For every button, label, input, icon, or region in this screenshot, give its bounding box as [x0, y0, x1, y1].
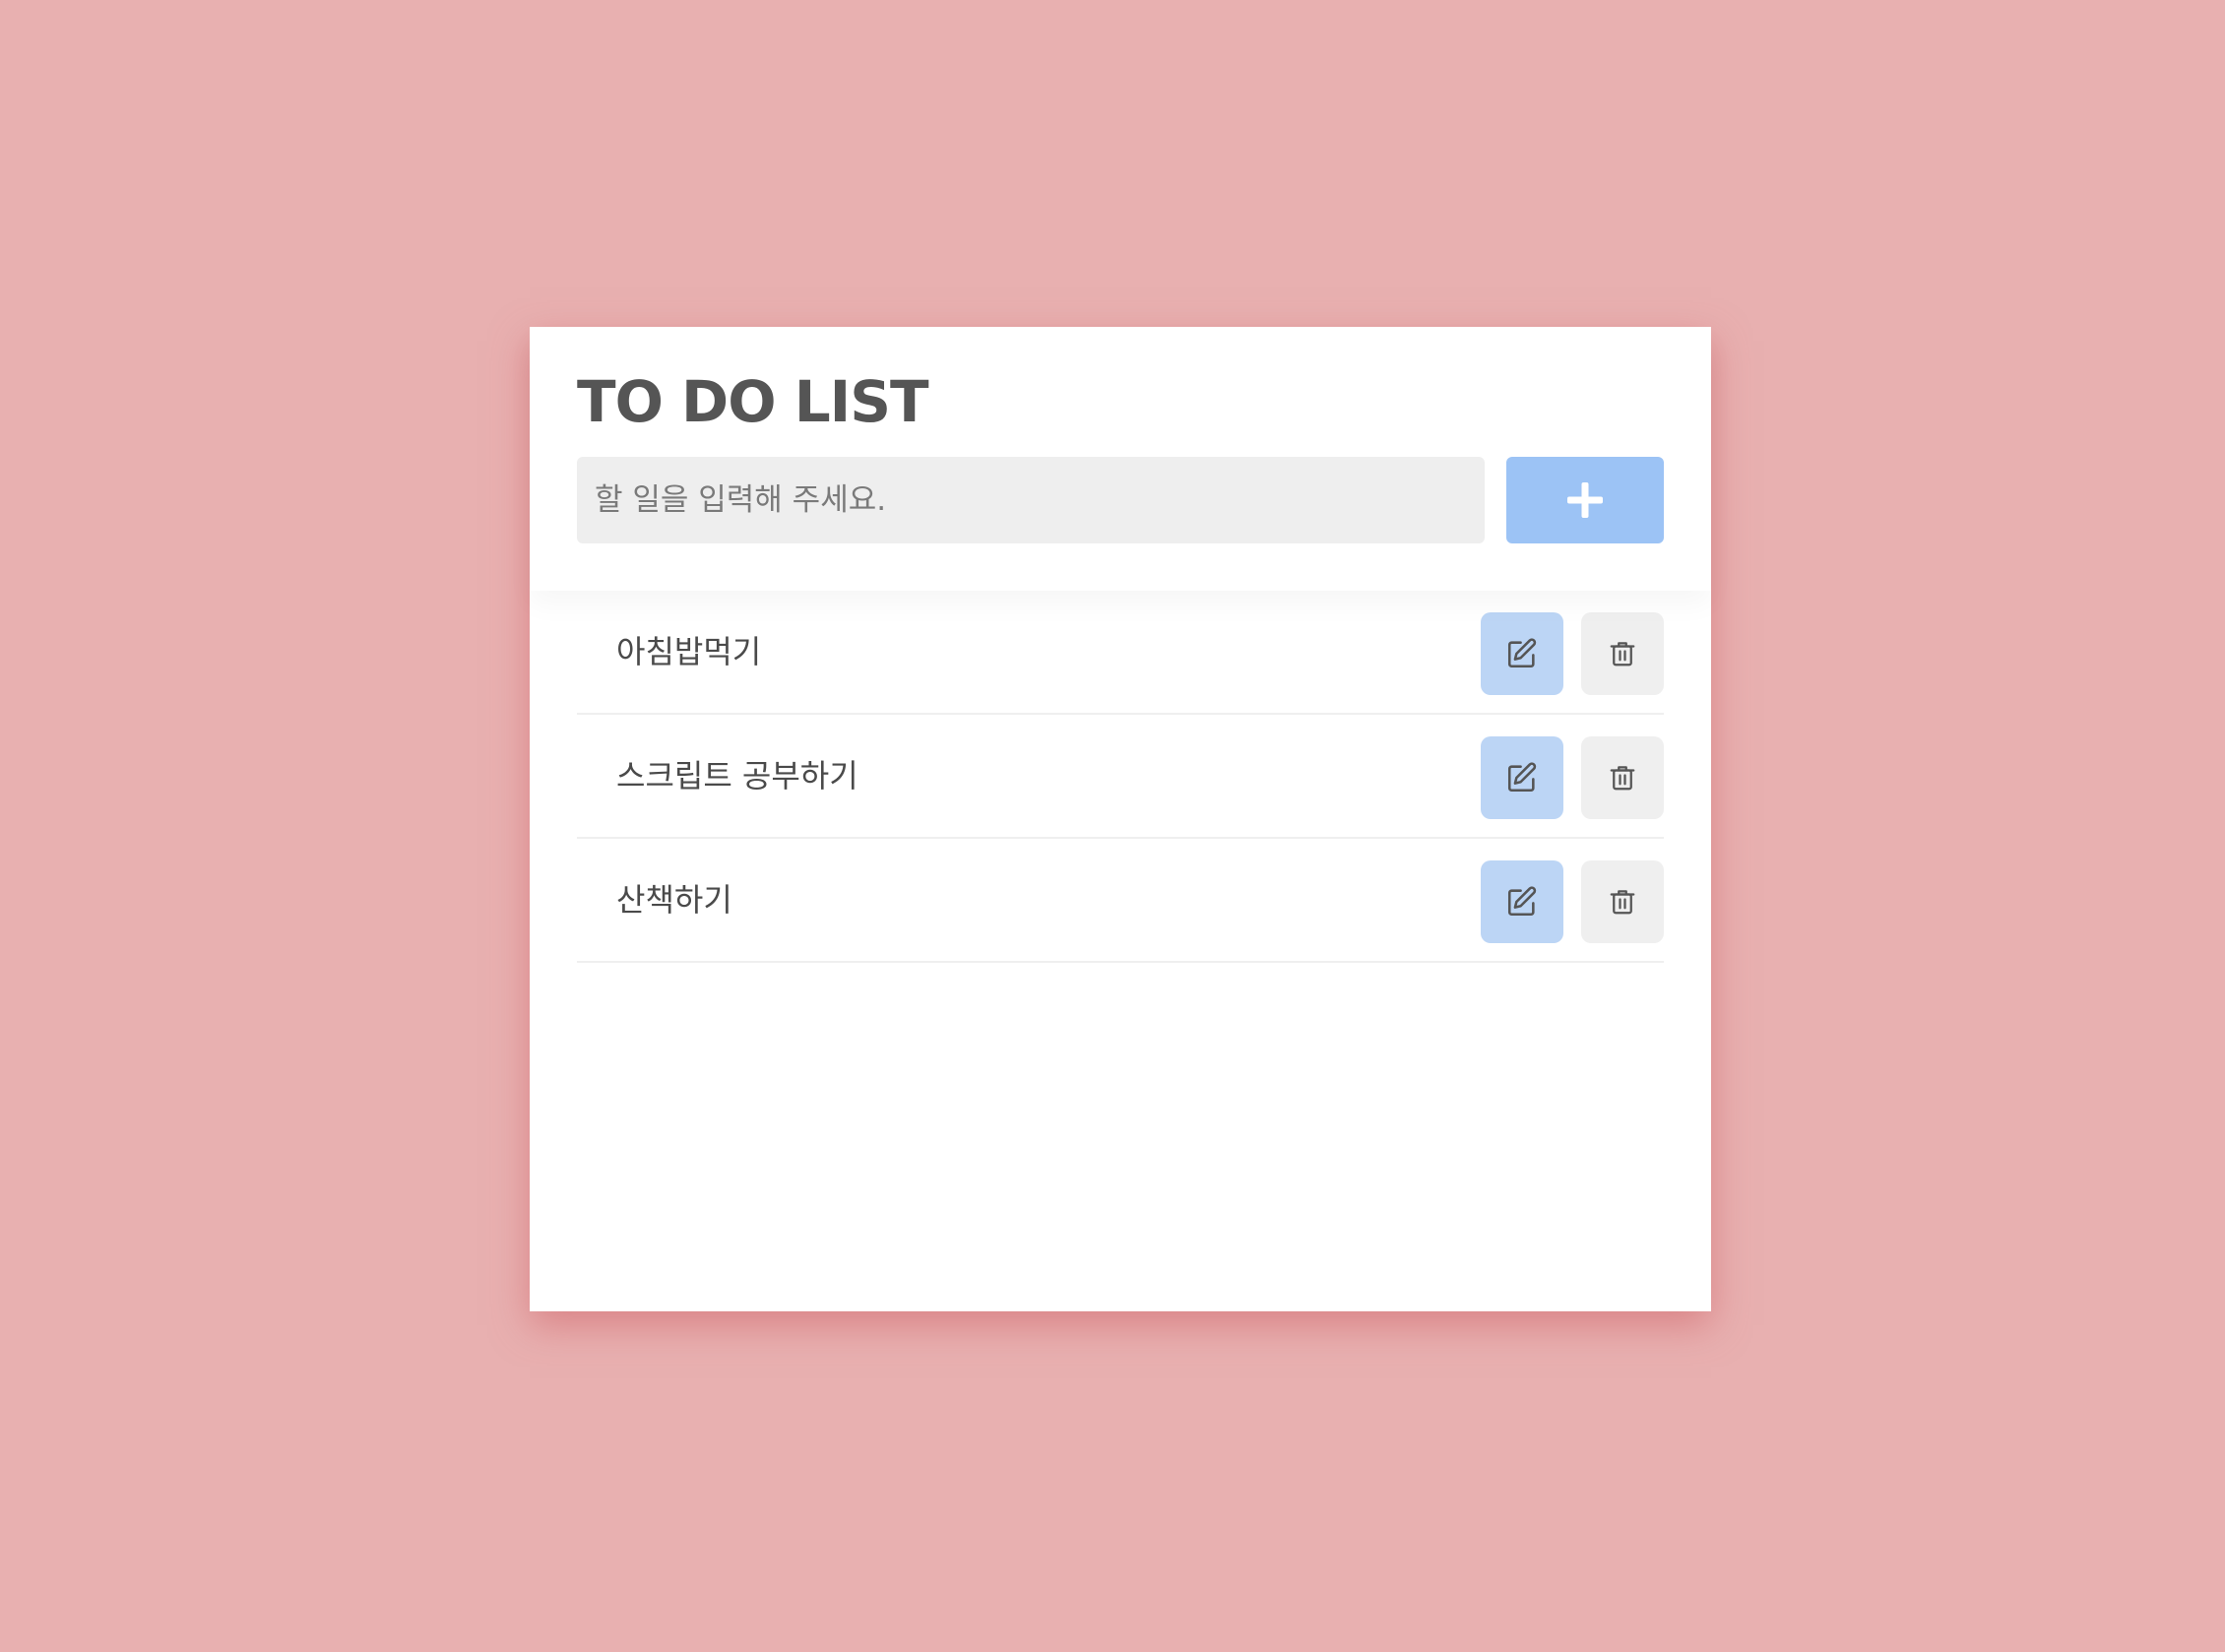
- trash-icon: [1610, 890, 1635, 915]
- plus-icon: [1567, 482, 1603, 518]
- card-header: TO DO LIST: [530, 327, 1711, 591]
- list-item: 산책하기: [577, 839, 1664, 963]
- todo-list: 아침밥먹기 스크립트 공부하기 산책하기: [577, 591, 1664, 963]
- todo-text: 산책하기: [616, 881, 732, 919]
- add-button[interactable]: [1506, 457, 1664, 543]
- page-title: TO DO LIST: [577, 368, 929, 435]
- trash-icon: [1610, 766, 1635, 791]
- list-item: 아침밥먹기: [577, 591, 1664, 715]
- edit-button[interactable]: [1481, 612, 1563, 695]
- delete-button[interactable]: [1581, 860, 1664, 943]
- edit-icon: [1507, 886, 1537, 917]
- todo-input[interactable]: [577, 457, 1485, 543]
- edit-icon: [1507, 762, 1537, 793]
- edit-icon: [1507, 638, 1537, 668]
- todo-text: 아침밥먹기: [616, 633, 762, 670]
- list-item: 스크립트 공부하기: [577, 715, 1664, 839]
- trash-icon: [1610, 642, 1635, 667]
- edit-button[interactable]: [1481, 860, 1563, 943]
- todo-text: 스크립트 공부하기: [616, 757, 858, 794]
- delete-button[interactable]: [1581, 612, 1664, 695]
- todo-card: TO DO LIST 아침밥먹기: [530, 327, 1711, 1311]
- edit-button[interactable]: [1481, 736, 1563, 819]
- delete-button[interactable]: [1581, 736, 1664, 819]
